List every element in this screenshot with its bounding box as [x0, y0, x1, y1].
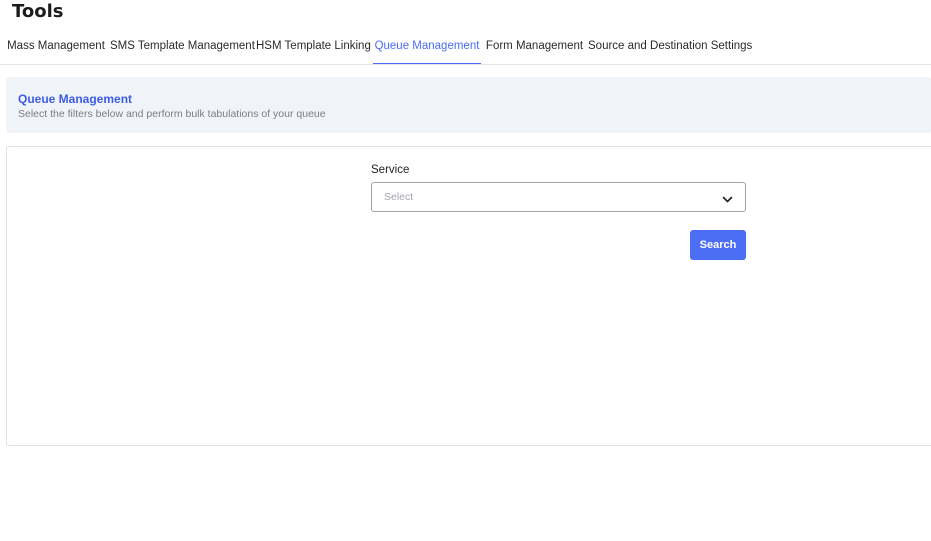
section-subtitle: Select the filters below and perform bul… — [18, 108, 326, 120]
tab-mass-management[interactable]: Mass Management — [6, 30, 106, 64]
tools-tab-bar: Mass Management SMS Template Management … — [0, 30, 931, 65]
tools-page: Tools Mass Management SMS Template Manag… — [0, 0, 931, 541]
tab-form-management[interactable]: Form Management — [485, 30, 584, 64]
tab-queue-management[interactable]: Queue Management — [373, 30, 481, 64]
search-button[interactable]: Search — [690, 230, 746, 260]
section-title: Queue Management — [18, 92, 133, 106]
chevron-down-icon — [722, 192, 733, 203]
tab-source-destination-settings[interactable]: Source and Destination Settings — [588, 30, 752, 64]
service-label: Service — [371, 164, 410, 176]
tab-hsm-template-linking[interactable]: HSM Template Linking — [256, 30, 371, 64]
page-title: Tools — [12, 1, 64, 22]
section-header-banner: Queue Management Select the filters belo… — [6, 77, 931, 133]
service-select-placeholder: Select — [384, 191, 414, 203]
tab-sms-template-management[interactable]: SMS Template Management — [110, 30, 255, 64]
service-select[interactable]: Select — [371, 182, 746, 212]
